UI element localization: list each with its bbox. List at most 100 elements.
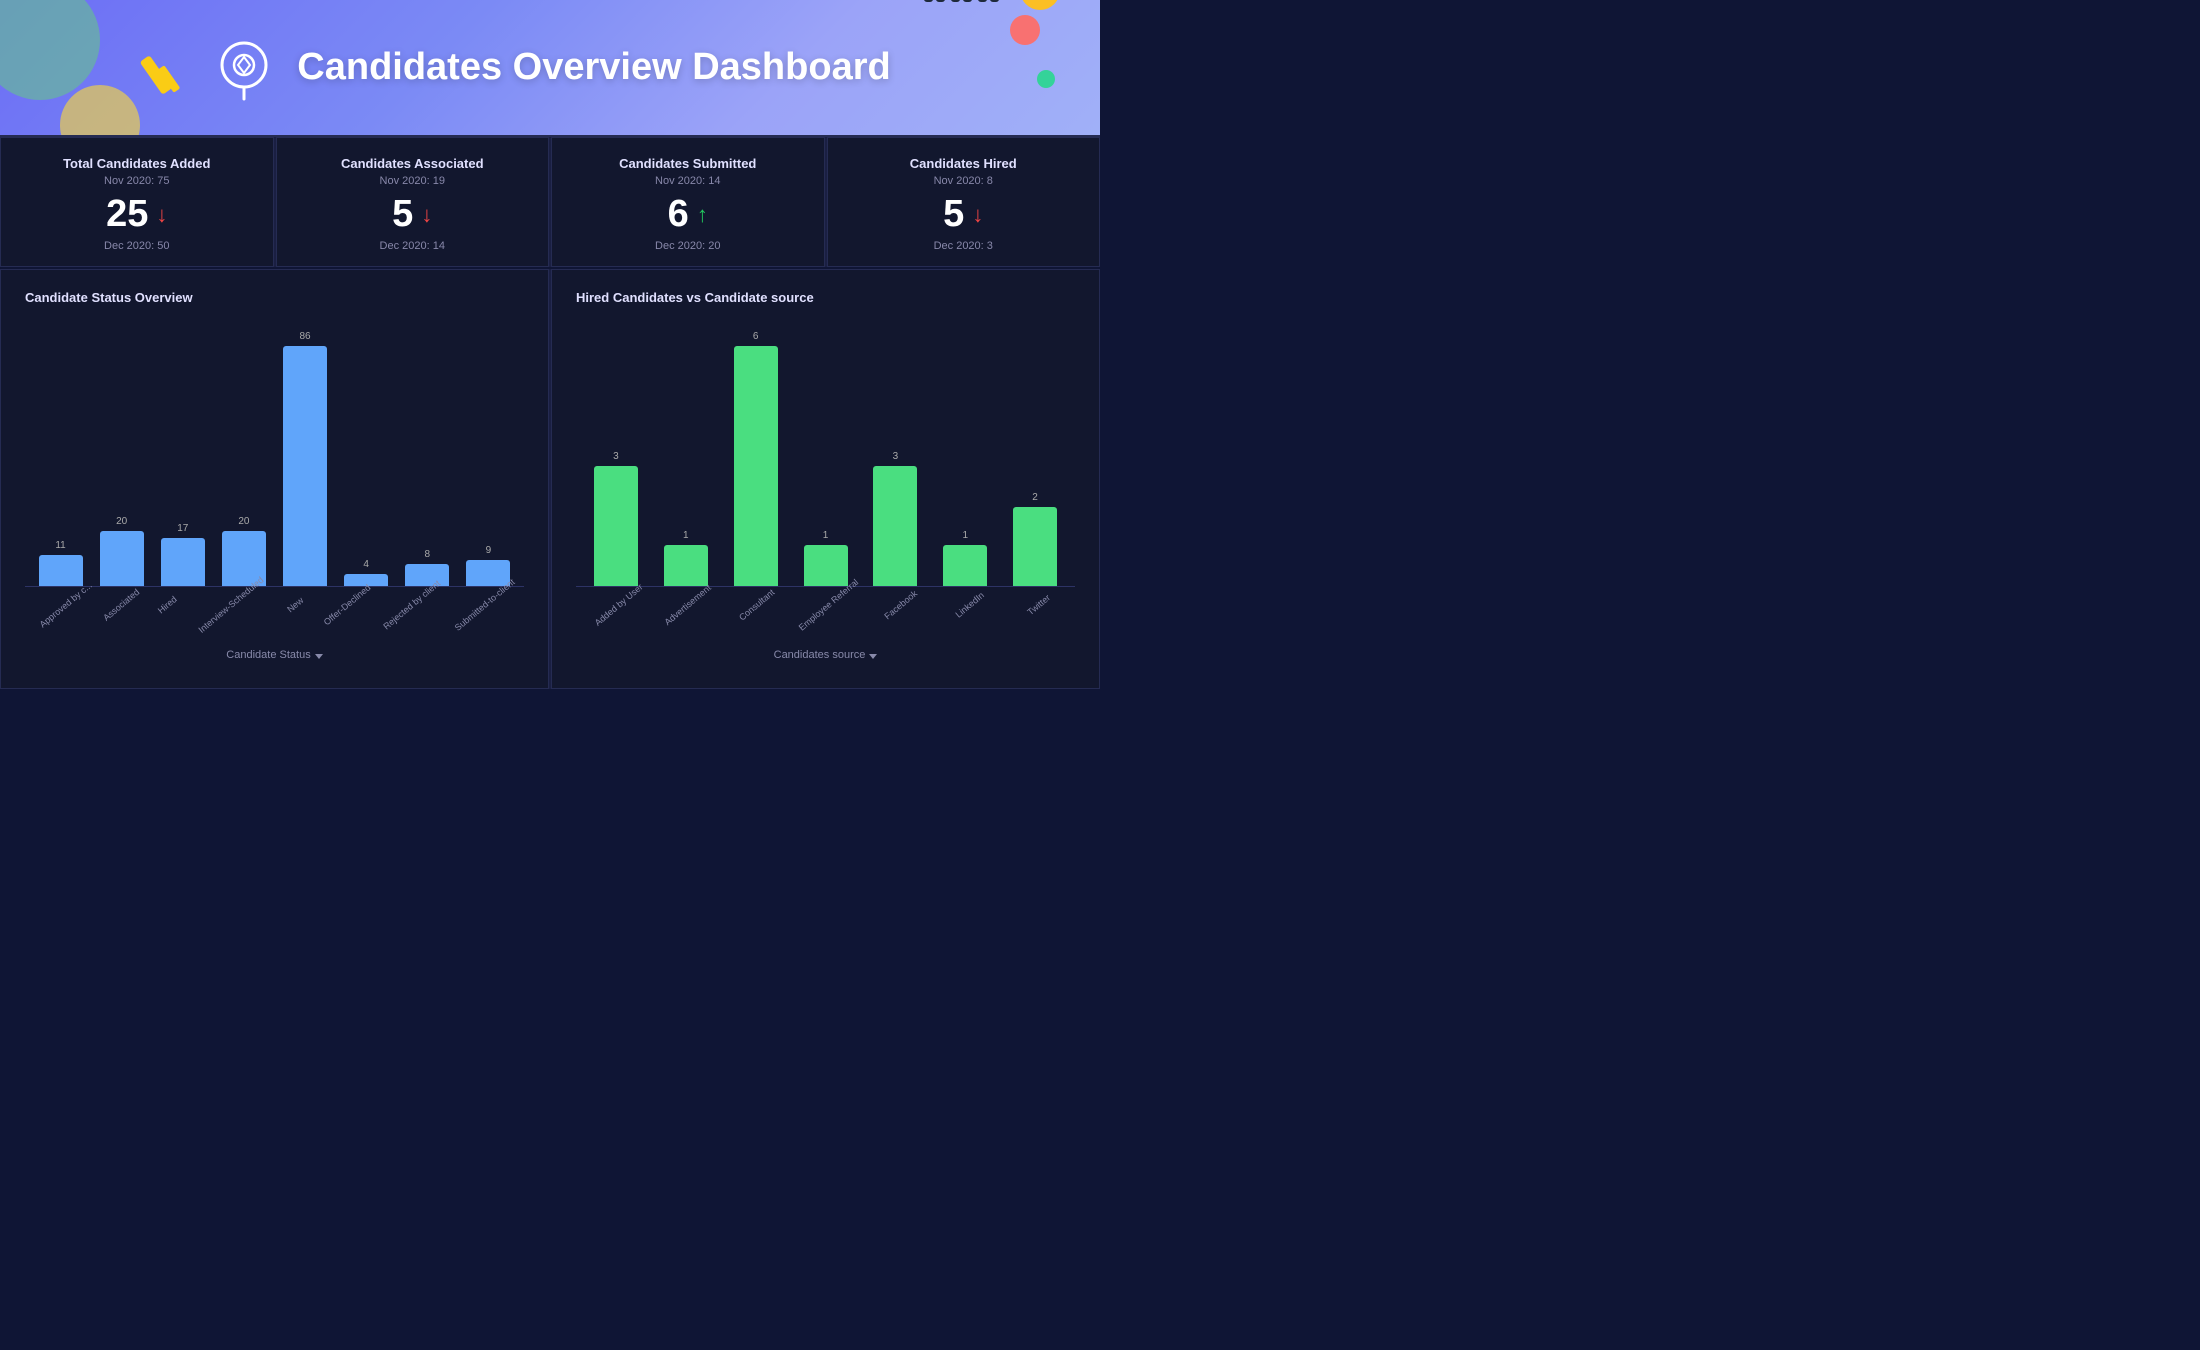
bar-x-label: Facebook <box>871 579 930 631</box>
bar-rect <box>873 466 917 586</box>
metric-card-1: Candidates Associated Nov 2020: 19 5 ↓ D… <box>276 137 550 267</box>
metric-curr-value: Dec 2020: 20 <box>572 240 804 252</box>
source-chart-panel: Hired Candidates vs Candidate source 3 1… <box>551 269 1100 689</box>
bar-rect <box>283 346 327 586</box>
bar-x-label: Advertisement <box>658 579 717 631</box>
metric-curr-value: Dec 2020: 3 <box>848 240 1080 252</box>
metric-main-value: 5 <box>943 193 964 236</box>
bar-x-label: Hired <box>147 586 189 623</box>
metric-card-0: Total Candidates Added Nov 2020: 75 25 ↓… <box>0 137 274 267</box>
header-banner: Candidates Overview Dashboard <box>0 0 1100 135</box>
bar-rect <box>664 545 708 586</box>
bar-x-label: Added by User <box>589 579 648 631</box>
bar-group: 1 <box>930 530 1000 586</box>
bar-x-label: Associated <box>100 586 142 623</box>
bar-group: 86 <box>275 331 336 586</box>
bar-value-label: 1 <box>683 530 689 541</box>
bar-group: 11 <box>30 540 91 586</box>
metric-value-row: 25 ↓ <box>21 193 253 236</box>
status-chart-title: Candidate Status Overview <box>25 290 524 305</box>
bar-x-label: Rejected by client <box>381 578 442 631</box>
metric-value-row: 6 ↑ <box>572 193 804 236</box>
bar-group: 2 <box>1000 492 1070 586</box>
figure-3 <box>978 0 1000 2</box>
bar-group: 17 <box>152 523 213 586</box>
bar-x-labels: Added by UserAdvertisementConsultantEmpl… <box>576 587 1075 611</box>
metric-curr-value: Dec 2020: 50 <box>21 240 253 252</box>
bar-value-label: 3 <box>893 451 899 462</box>
bar-x-label: Approved by c... <box>38 580 94 629</box>
figure-1 <box>924 0 946 2</box>
bar-rect <box>594 466 638 586</box>
bar-x-label: Twitter <box>1009 579 1068 631</box>
header-icon <box>209 33 279 103</box>
bar-rect <box>100 531 144 586</box>
deco-circle-teal <box>1037 70 1055 88</box>
figure-group <box>924 0 1000 2</box>
bar-x-label: Offer-Declined <box>322 582 373 627</box>
arrow-down-icon: ↓ <box>421 202 432 228</box>
metric-card-2: Candidates Submitted Nov 2020: 14 6 ↑ De… <box>551 137 825 267</box>
metric-title: Candidates Associated <box>297 156 529 171</box>
bar-value-label: 6 <box>753 331 759 342</box>
metric-prev-value: Nov 2020: 75 <box>21 175 253 187</box>
bar-value-label: 2 <box>1032 492 1038 503</box>
metrics-row: Total Candidates Added Nov 2020: 75 25 ↓… <box>0 135 1100 267</box>
metric-title: Candidates Submitted <box>572 156 804 171</box>
metric-main-value: 25 <box>106 193 148 236</box>
bar-value-label: 4 <box>363 559 369 570</box>
arrow-down-icon: ↓ <box>156 202 167 228</box>
metric-prev-value: Nov 2020: 14 <box>572 175 804 187</box>
chevron-down-icon <box>315 654 323 659</box>
source-chart-area: 3 1 6 1 3 1 2 Added by UserAdvertisement… <box>576 321 1075 661</box>
bar-value-label: 20 <box>116 516 127 527</box>
metric-prev-value: Nov 2020: 8 <box>848 175 1080 187</box>
chart-x-axis-title[interactable]: Candidates source <box>576 649 1075 661</box>
bar-x-label: New <box>274 586 316 623</box>
bar-rect <box>734 346 778 586</box>
bar-chart-bars: 3 1 6 1 3 1 2 <box>576 321 1075 587</box>
arrow-up-icon: ↑ <box>697 202 708 228</box>
metric-card-3: Candidates Hired Nov 2020: 8 5 ↓ Dec 202… <box>827 137 1101 267</box>
bar-x-label: Consultant <box>727 579 786 631</box>
bar-value-label: 20 <box>238 516 249 527</box>
deco-circle-pink <box>1010 15 1040 45</box>
page-title: Candidates Overview Dashboard <box>297 46 890 89</box>
metric-title: Candidates Hired <box>848 156 1080 171</box>
bar-group: 8 <box>397 549 458 586</box>
bar-rect <box>804 545 848 586</box>
bar-group: 20 <box>91 516 152 586</box>
bar-value-label: 1 <box>823 530 829 541</box>
metric-title: Total Candidates Added <box>21 156 253 171</box>
metric-curr-value: Dec 2020: 14 <box>297 240 529 252</box>
status-chart-panel: Candidate Status Overview 11 20 17 20 86… <box>0 269 549 689</box>
bar-rect <box>39 555 83 586</box>
arrow-down-icon: ↓ <box>972 202 983 228</box>
metric-value-row: 5 ↓ <box>848 193 1080 236</box>
bar-rect <box>161 538 205 586</box>
deco-circle-yellow <box>1020 0 1060 10</box>
bar-value-label: 8 <box>425 549 431 560</box>
bar-group: 3 <box>860 451 930 586</box>
chevron-down-icon <box>869 654 877 659</box>
metric-main-value: 5 <box>392 193 413 236</box>
bar-value-label: 17 <box>177 523 188 534</box>
bar-group: 1 <box>791 530 861 586</box>
source-chart-title: Hired Candidates vs Candidate source <box>576 290 1075 305</box>
bar-x-label: LinkedIn <box>940 579 999 631</box>
metric-value-row: 5 ↓ <box>297 193 529 236</box>
chart-x-axis-title[interactable]: Candidate Status <box>25 649 524 661</box>
bar-rect <box>1013 507 1057 586</box>
bar-value-label: 9 <box>486 545 492 556</box>
status-chart-area: 11 20 17 20 86 4 8 9 Approved by c...Ass… <box>25 321 524 661</box>
bar-group: 6 <box>721 331 791 586</box>
figure-2 <box>951 0 973 2</box>
bar-chart-bars: 11 20 17 20 86 4 8 9 <box>25 321 524 587</box>
metric-main-value: 6 <box>668 193 689 236</box>
bar-group: 1 <box>651 530 721 586</box>
bar-group: 3 <box>581 451 651 586</box>
bar-value-label: 11 <box>55 540 65 551</box>
bar-group: 20 <box>213 516 274 586</box>
bar-rect <box>405 564 449 586</box>
bar-value-label: 86 <box>300 331 311 342</box>
